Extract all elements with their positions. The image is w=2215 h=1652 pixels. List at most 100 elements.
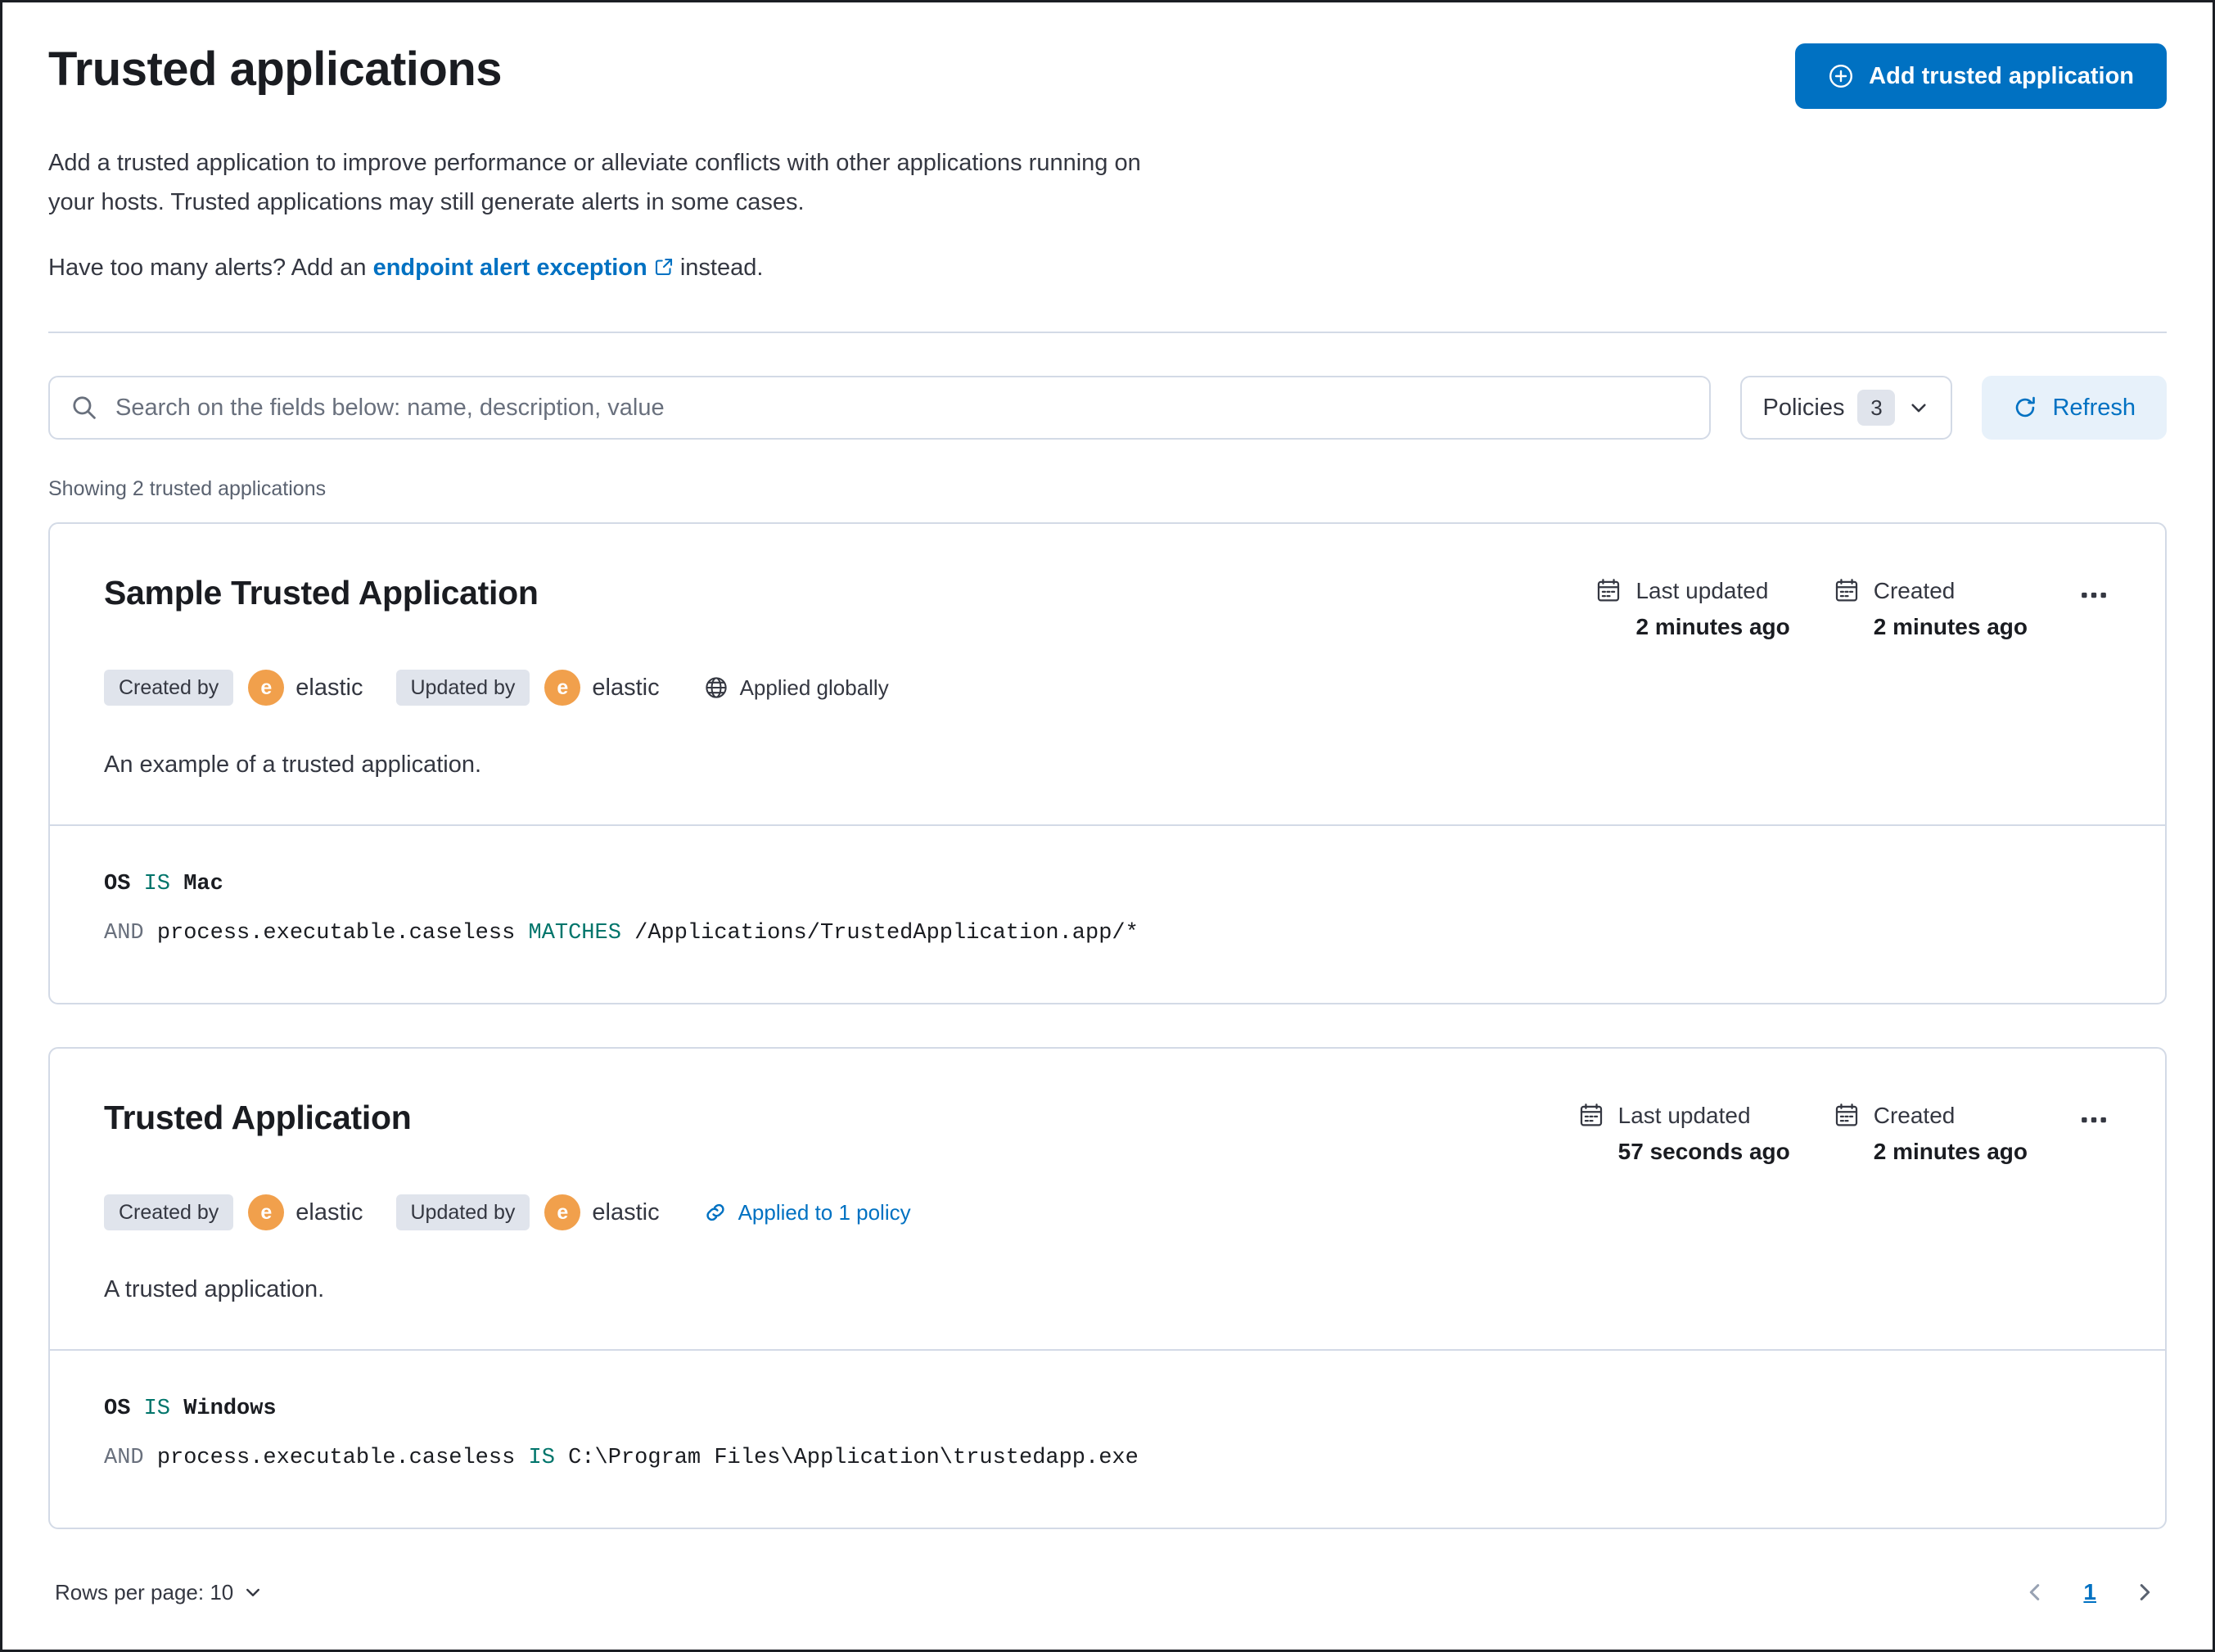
user-name: elastic [295,674,363,701]
toolbar: Policies 3 Refresh [48,376,2167,440]
created-by-user: e elastic [248,670,363,706]
card-description: A trusted application. [104,1276,325,1302]
last-updated-value: 57 seconds ago [1617,1139,1790,1164]
calendar-icon [1580,1104,1602,1126]
section-divider [48,332,2167,333]
updated-by-user: e elastic [544,1194,660,1230]
avatar: e [248,1194,285,1230]
and-conjunction: AND [104,921,144,946]
chevron-right-icon [2140,1584,2150,1600]
external-link-icon [655,258,672,276]
card-title: Sample Trusted Application [104,574,539,612]
user-name: elastic [592,674,660,701]
chevron-down-icon [1911,404,1927,413]
calendar-icon [1835,1104,1857,1126]
pagination-page-1[interactable]: 1 [2083,1579,2096,1605]
created-meta: Created 2 minutes ago [1834,578,2028,640]
plus-circle-icon [1829,64,1853,88]
user-name: elastic [295,1198,363,1225]
trusted-app-card: Trusted Application Last updated 57 seco… [48,1047,2167,1529]
card-actions-button[interactable] [2077,1103,2111,1140]
criteria-line: AND process.executable.caseless MATCHES … [104,921,2111,946]
updated-by-badge: Updated by [395,670,530,706]
and-conjunction: AND [104,1446,144,1470]
calendar-icon [1835,579,1857,602]
last-updated-label: Last updated [1617,1103,1751,1128]
process-operator: IS [528,1446,555,1470]
last-updated-value: 2 minutes ago [1635,614,1790,639]
os-operator: IS [143,1397,171,1421]
endpoint-alert-exception-link[interactable]: endpoint alert exception [373,255,674,281]
search-input[interactable] [115,394,1688,422]
table-footer: Rows per page: 10 1 [48,1577,2167,1608]
avatar: e [248,670,285,706]
page-description: Add a trusted application to improve per… [48,143,2167,222]
card-actions-button[interactable] [2077,578,2111,615]
trusted-applications-page: Trusted applications Add trusted applica… [2,2,2213,1608]
criteria-line: AND process.executable.caseless IS C:\Pr… [104,1446,2111,1470]
process-field: process.executable.caseless [156,1446,516,1470]
os-field: OS [104,1397,131,1421]
process-value: C:\Program Files\Application\trustedapp.… [568,1446,1139,1470]
link-icon [706,1203,724,1221]
pagination-previous-button[interactable] [2019,1577,2050,1608]
os-field: OS [104,872,131,896]
applied-to-policy-link[interactable]: Applied to 1 policy [704,1200,911,1225]
alerts-suffix: instead. [679,255,764,281]
boxes-horizontal-icon [2082,592,2106,598]
policies-dropdown[interactable]: Policies 3 [1739,376,1953,440]
card-title: Trusted Application [104,1099,412,1136]
add-trusted-application-button[interactable]: Add trusted application [1795,43,2167,109]
process-value: /Applications/TrustedApplication.app/* [634,921,1139,946]
scope-label: Applied globally [739,675,889,700]
globe-icon [705,677,727,698]
policies-count-badge: 3 [1857,390,1896,426]
created-value: 2 minutes ago [1873,1139,2028,1164]
refresh-label: Refresh [2052,394,2136,421]
criteria-code: OS IS Mac AND process.executable.caseles… [50,826,2165,1003]
pagination: 1 [2019,1577,2160,1608]
calendar-icon [1598,579,1620,602]
created-label: Created [1873,1103,1956,1128]
showing-count-text: Showing 2 trusted applications [48,477,327,500]
os-value: Windows [183,1397,277,1421]
rows-per-page-label: Rows per page: 10 [55,1579,234,1605]
process-field: process.executable.caseless [156,921,516,946]
created-meta: Created 2 minutes ago [1834,1103,2028,1165]
os-operator: IS [143,872,171,896]
last-updated-label: Last updated [1635,578,1769,603]
search-icon [73,396,96,419]
description-line-2: your hosts. Trusted applications may sti… [48,189,805,215]
alerts-hint: Have too many alerts? Add an endpoint al… [48,250,2167,286]
search-bar [48,376,1711,440]
trusted-app-card: Sample Trusted Application Last updated … [48,522,2167,1004]
boxes-horizontal-icon [2082,1117,2106,1123]
user-name: elastic [592,1198,660,1225]
chevron-left-icon [2030,1584,2040,1600]
created-label: Created [1873,578,1956,603]
created-by-user: e elastic [248,1194,363,1230]
criteria-line: OS IS Mac [104,872,2111,896]
pagination-next-button[interactable] [2129,1577,2160,1608]
created-by-badge: Created by [104,670,234,706]
card-meta: Last updated 2 minutes ago Created 2 min… [1596,571,2111,640]
rows-per-page-button[interactable]: Rows per page: 10 [55,1580,263,1605]
updated-by-user: e elastic [544,670,660,706]
refresh-icon [2016,396,2036,418]
policies-label: Policies [1762,394,1845,421]
created-value: 2 minutes ago [1873,614,2028,639]
card-meta: Last updated 57 seconds ago Created 2 mi… [1579,1096,2111,1165]
chevron-down-icon [246,1588,260,1596]
avatar: e [544,670,581,706]
applied-globally: Applied globally [704,675,889,701]
description-line-1: Add a trusted application to improve per… [48,150,1141,176]
avatar: e [544,1194,581,1230]
badge-row: Created by e elastic Updated by e elasti… [104,1194,2111,1230]
page-title: Trusted applications [48,43,503,96]
alerts-prefix: Have too many alerts? Add an [48,255,367,281]
add-button-label: Add trusted application [1869,62,2134,89]
created-by-badge: Created by [104,1194,234,1230]
refresh-button[interactable]: Refresh [1982,376,2167,440]
badge-row: Created by e elastic Updated by e elasti… [104,670,2111,706]
os-value: Mac [183,872,223,896]
